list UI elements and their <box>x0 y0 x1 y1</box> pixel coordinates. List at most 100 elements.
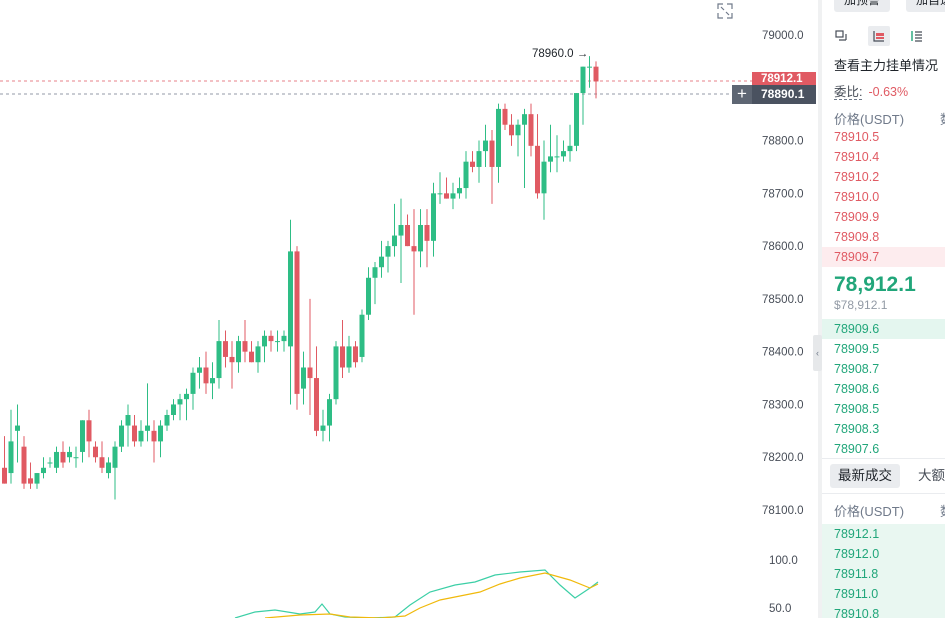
collapse-handle[interactable]: ‹ <box>813 335 822 371</box>
candle-body <box>67 451 72 458</box>
candle-body <box>15 425 20 431</box>
grouped-view-icon[interactable] <box>868 26 890 46</box>
candle-body <box>541 161 547 194</box>
candle-body <box>41 467 46 474</box>
candle-body <box>385 246 391 257</box>
candle-body <box>281 335 287 342</box>
list-view-icon[interactable] <box>906 26 928 46</box>
candle-body <box>554 156 560 158</box>
indicator-axis-tick-label: 100.0 <box>769 555 798 567</box>
max-price-annotation: 78960.0 → <box>532 48 589 60</box>
candle-body <box>333 346 339 400</box>
bid-row[interactable]: 78909.6 <box>822 319 945 339</box>
candle-body <box>229 356 235 363</box>
candle-body <box>574 93 579 146</box>
main-orders-link[interactable]: 查看主力挂单情况 <box>834 55 938 74</box>
ask-row[interactable]: 78909.9 <box>822 207 945 227</box>
y-axis-tick-label: 78300.0 <box>762 399 804 411</box>
ask-row[interactable]: 78910.4 <box>822 147 945 167</box>
candlestick-chart-panel[interactable]: 79000.0 78800.0 78700.0 78600.0 78500.0 78400… <box>0 0 818 618</box>
candle-body <box>210 378 215 384</box>
price-tag-crosshair: 78890.1 <box>752 85 816 104</box>
candlestick-chart[interactable]: 79000.0 78800.0 78700.0 78600.0 78500.0 78400… <box>0 0 818 618</box>
candle-body <box>151 430 157 442</box>
candle-body <box>379 256 384 268</box>
candle-body <box>216 341 222 379</box>
candle-body <box>112 446 118 468</box>
candle-body <box>561 151 566 157</box>
ask-row[interactable]: 78910.2 <box>822 167 945 187</box>
bid-row[interactable]: 78907.6 <box>822 439 945 459</box>
candle-body <box>99 457 105 468</box>
ask-row[interactable]: 78909.7 <box>822 247 945 267</box>
y-axis-tick-label: 78100.0 <box>762 505 804 517</box>
candle-body <box>450 193 456 199</box>
bid-row[interactable]: 78908.3 <box>822 419 945 439</box>
candle-body <box>340 346 345 368</box>
candle-body <box>327 399 332 426</box>
tab-large-trades[interactable]: 大额 <box>918 464 945 488</box>
candle-body <box>125 415 131 426</box>
trades-amount-column-header: 数 <box>940 501 945 520</box>
bid-row[interactable]: 78909.5 <box>822 339 945 359</box>
candle-body <box>535 145 540 194</box>
trade-row: 78910.8 <box>822 604 945 618</box>
ask-row[interactable]: 78910.5 <box>822 127 945 147</box>
candle-body <box>236 341 241 363</box>
y-axis-tick-label: 78700.0 <box>762 188 804 200</box>
indicator-axis-tick-label: 50.0 <box>769 603 791 615</box>
candle-body <box>60 451 66 463</box>
candle-body <box>2 467 7 484</box>
candle-body <box>366 277 371 315</box>
candle-body <box>548 156 553 162</box>
candle-body <box>21 446 27 484</box>
candle-body <box>483 140 488 152</box>
order-book-panel: 加预警 加自选 查看主力挂单情况 委比: -0.63% 价格(USDT) 数 78… <box>822 0 945 618</box>
candle-body <box>411 246 417 252</box>
bid-row[interactable]: 78908.6 <box>822 379 945 399</box>
candle-body <box>301 367 306 389</box>
expand-icon[interactable] <box>716 2 734 20</box>
indicator-fast-line <box>234 569 599 618</box>
candle-body <box>346 346 352 368</box>
last-price-usd: $78,912.1 <box>834 298 888 312</box>
both-sides-view-icon[interactable] <box>830 26 852 46</box>
bid-row[interactable]: 78908.7 <box>822 359 945 379</box>
crosshair-add-button[interactable]: + <box>732 85 752 104</box>
candle-body <box>80 420 85 452</box>
app-root: 79000.0 78800.0 78700.0 78600.0 78500.0 78400… <box>0 0 945 618</box>
bid-row[interactable]: 78908.5 <box>822 399 945 419</box>
candle-body <box>320 425 326 431</box>
candle-body <box>567 145 573 152</box>
ask-row[interactable]: 78909.8 <box>822 227 945 247</box>
orderbook-view-switcher <box>830 26 945 46</box>
candle-body <box>392 235 397 247</box>
last-price: 78,912.1 <box>834 273 916 296</box>
candle-body <box>132 425 137 442</box>
tab-latest-trades[interactable]: 最新成交 <box>830 464 900 488</box>
candle-body <box>177 399 183 405</box>
candle-body <box>249 351 254 363</box>
price-column-header: 价格(USDT) <box>834 112 905 127</box>
add-favorite-button[interactable]: 加自选 <box>906 0 945 12</box>
y-axis-tick-label: 79000.0 <box>762 30 804 42</box>
candle-body <box>158 425 163 442</box>
candle-body <box>184 393 189 400</box>
candle-body <box>502 108 508 125</box>
candle-body <box>509 124 514 136</box>
ask-row[interactable]: 78910.0 <box>822 187 945 207</box>
ratio-value: -0.63% <box>868 85 909 99</box>
add-alert-button[interactable]: 加预警 <box>834 0 891 12</box>
candle-body <box>242 341 248 352</box>
y-axis-tick-label: 78800.0 <box>762 136 804 148</box>
candle-body <box>489 140 495 167</box>
candle-body <box>119 425 124 447</box>
candle-body <box>587 66 592 68</box>
candle-body <box>106 462 111 474</box>
candle-body <box>496 108 501 167</box>
candle-body <box>138 430 144 442</box>
candle-body <box>145 425 150 431</box>
candle-body <box>418 225 423 252</box>
candle-body <box>47 462 53 464</box>
candle-body <box>437 193 443 195</box>
